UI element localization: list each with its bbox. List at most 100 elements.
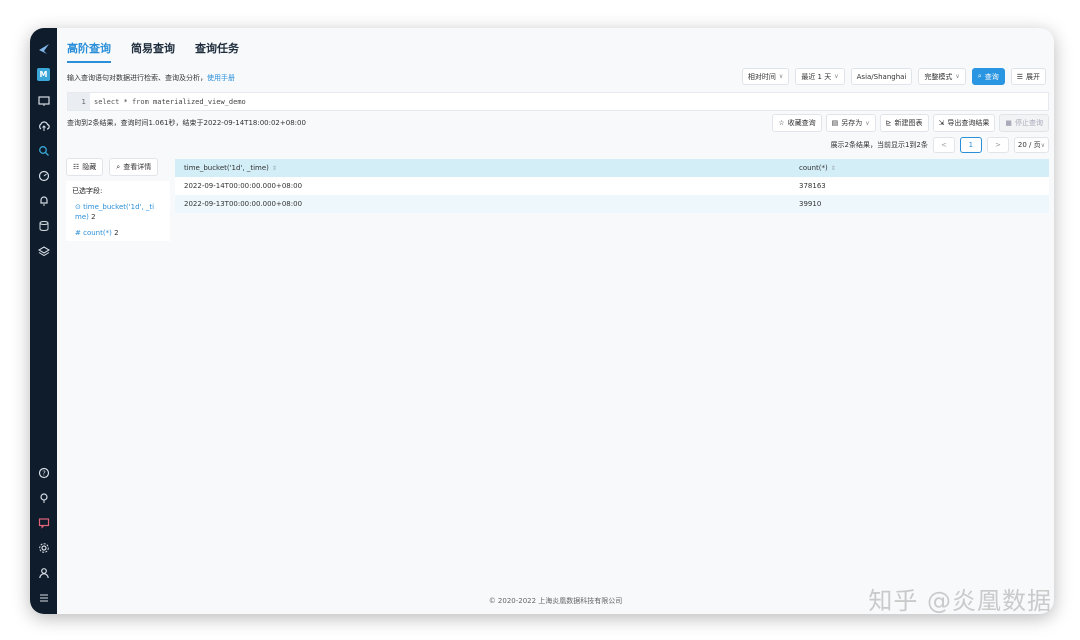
monitor-icon[interactable]: [35, 92, 52, 109]
list-icon: ☰: [1016, 72, 1023, 81]
expand-button-label: 展开: [1026, 72, 1040, 81]
chevron-down-icon: ∨: [1040, 141, 1045, 149]
table-cell: 378163: [799, 182, 826, 190]
query-button-label: 查询: [984, 72, 999, 81]
query-toolbar: 相对时间 ∨ 最近 1 天 ∨ Asia/Shanghai 完整模式 ∨ ⌕ 查询 ☰ 展…: [741, 68, 1046, 85]
help-icon[interactable]: ?: [35, 464, 52, 481]
dashboard-icon[interactable]: [35, 167, 52, 184]
query-status: 查询到2条结果，查询时间1.061秒，结束于2022-09-14T18:00:0…: [67, 119, 306, 127]
tab-simple-query[interactable]: 简易查询: [131, 40, 175, 63]
timezone-value: Asia/Shanghai: [856, 72, 907, 81]
hide-label: 隐藏: [82, 163, 97, 171]
field-count: 2: [91, 213, 96, 221]
pagination-summary: 展示2条结果，当前显示1到2条: [830, 141, 928, 149]
table-cell: 39910: [799, 200, 822, 208]
chevron-down-icon: ∨: [834, 73, 839, 80]
sql-table-name: materialized_view_demo: [153, 97, 246, 106]
workspace-badge[interactable]: M: [37, 68, 50, 81]
result-actions: ☆ 收藏查询 ▤ 另存为 ∨ ⊵ 新建图表 ⇲ 导出查询结果 ■ 停止查询: [772, 114, 1049, 132]
current-page[interactable]: 1: [959, 137, 982, 153]
export-results-button[interactable]: ⇲ 导出查询结果: [932, 114, 996, 132]
field-name: time_bucket('1d', _ti me): [75, 203, 155, 221]
column-header[interactable]: count(*) ⇕: [790, 164, 1049, 172]
number-hash-icon: #: [75, 229, 81, 237]
clock-icon: ⊙: [75, 203, 81, 211]
settings-gear-icon[interactable]: [35, 539, 52, 556]
save-as-button[interactable]: ▤ 另存为 ∨: [825, 114, 876, 132]
details-label: 查看详情: [123, 163, 152, 171]
save-as-label: 另存为: [841, 119, 863, 127]
display-mode-value: 完整模式: [924, 72, 953, 81]
page-size-value: 20 / 页: [1017, 141, 1041, 149]
app-window: M ? 高阶查询 简易查询 查询任务 输入查询语句对数据进行检索、查询及分析，使…: [30, 28, 1054, 614]
results-table: time_bucket('1d', _time) ⇕ count(*) ⇕ 2022…: [175, 159, 1049, 213]
database-icon[interactable]: [35, 217, 52, 234]
column-header-label: time_bucket('1d', _time): [184, 164, 269, 172]
view-details-button[interactable]: ⌕ 查看详情: [109, 158, 159, 176]
search-icon: ⌕: [977, 72, 982, 80]
lightbulb-icon[interactable]: [35, 489, 52, 506]
display-mode-select[interactable]: 完整模式 ∨: [918, 68, 966, 85]
alert-bell-icon[interactable]: [35, 192, 52, 209]
stop-query-button[interactable]: ■ 停止查询: [999, 114, 1049, 132]
selected-fields: 已选字段: ⊙ time_bucket('1d', _ti me) 2 # co…: [66, 181, 170, 241]
new-chart-label: 新建图表: [894, 119, 923, 127]
line-number: 1: [68, 93, 90, 110]
search-icon[interactable]: [35, 142, 52, 159]
time-range-select[interactable]: 最近 1 天 ∨: [795, 68, 845, 85]
column-header[interactable]: time_bucket('1d', _time) ⇕: [175, 164, 790, 172]
hint-text: 输入查询语句对数据进行检索、查询及分析，: [67, 74, 207, 82]
save-icon: ▤: [831, 119, 839, 127]
layers-icon[interactable]: [35, 242, 52, 259]
menu-list-icon[interactable]: [35, 589, 52, 606]
chart-icon: ⊵: [885, 119, 892, 127]
page-size-select[interactable]: 20 / 页 ∨: [1013, 137, 1049, 153]
sort-icon[interactable]: ⇕: [831, 165, 836, 172]
favorite-query-button[interactable]: ☆ 收藏查询: [772, 114, 822, 132]
star-icon: ☆: [778, 119, 785, 127]
time-mode-select[interactable]: 相对时间 ∨: [741, 68, 790, 85]
sql-keyword-from: from: [131, 97, 149, 106]
expand-button[interactable]: ☰ 展开: [1010, 68, 1046, 85]
prev-page-button[interactable]: <: [932, 137, 955, 153]
user-manual-link[interactable]: 使用手册: [207, 74, 235, 82]
logo-icon[interactable]: [35, 40, 52, 57]
time-range-value: 最近 1 天: [801, 72, 832, 81]
table-cell: 2022-09-14T00:00:00.000+08:00: [184, 182, 303, 190]
timezone-select[interactable]: Asia/Shanghai: [850, 68, 913, 85]
table-header: time_bucket('1d', _time) ⇕ count(*) ⇕: [175, 159, 1049, 177]
export-icon: ⇲: [938, 119, 945, 127]
sql-star: *: [123, 97, 128, 106]
pagination: 展示2条结果，当前显示1到2条 < 1 > 20 / 页 ∨: [830, 137, 1049, 153]
query-hint: 输入查询语句对数据进行检索、查询及分析，使用手册: [67, 73, 235, 83]
sql-editor[interactable]: 1 select * from materialized_view_demo: [67, 92, 1049, 111]
watermark: 知乎 @炎凰数据: [868, 587, 1052, 615]
tab-advanced-query[interactable]: 高阶查询: [67, 40, 111, 63]
stop-label: 停止查询: [1015, 119, 1043, 127]
sort-icon[interactable]: ⇕: [272, 165, 277, 172]
query-button[interactable]: ⌕ 查询: [971, 68, 1005, 85]
chevron-down-icon: ∨: [778, 73, 784, 80]
field-item[interactable]: ⊙ time_bucket('1d', _ti me) 2: [75, 202, 164, 222]
main-content: 高阶查询 简易查询 查询任务 输入查询语句对数据进行检索、查询及分析，使用手册 …: [57, 28, 1054, 614]
table-row[interactable]: 2022-09-14T00:00:00.000+08:00 378163: [175, 177, 1049, 195]
next-page-button[interactable]: >: [986, 137, 1009, 153]
chevron-down-icon: ∨: [865, 119, 870, 127]
selected-fields-title: 已选字段:: [72, 187, 103, 195]
sidebar: M ?: [30, 28, 57, 614]
feedback-icon[interactable]: [35, 514, 52, 531]
field-panel-buttons: ☷ 隐藏 ⌕ 查看详情: [66, 158, 170, 176]
field-item[interactable]: # count(*) 2: [75, 228, 164, 238]
sql-code[interactable]: select * from materialized_view_demo: [94, 98, 246, 106]
query-tabs: 高阶查询 简易查询 查询任务: [67, 40, 239, 63]
upload-cloud-icon[interactable]: [35, 117, 52, 134]
sql-keyword-select: select: [94, 97, 120, 106]
field-count: 2: [114, 229, 119, 237]
hide-fields-button[interactable]: ☷ 隐藏: [66, 158, 104, 176]
user-icon[interactable]: [35, 564, 52, 581]
stop-icon: ■: [1005, 119, 1012, 127]
table-row[interactable]: 2022-09-13T00:00:00.000+08:00 39910: [175, 195, 1049, 213]
chevron-down-icon: ∨: [955, 73, 960, 80]
new-chart-button[interactable]: ⊵ 新建图表: [879, 114, 929, 132]
tab-query-tasks[interactable]: 查询任务: [195, 40, 239, 63]
